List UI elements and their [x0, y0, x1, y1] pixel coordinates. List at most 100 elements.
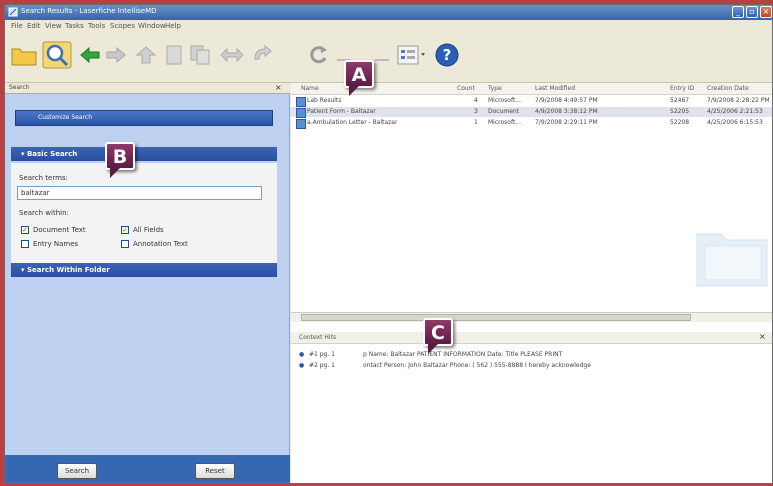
row-created: 4/25/2006 2:21:53: [707, 108, 763, 115]
forward-arrow-icon[interactable]: [105, 46, 127, 64]
search-within-folder-header[interactable]: ▾ Search Within Folder: [11, 263, 277, 277]
row-type: Microsoft...: [488, 97, 522, 104]
menu-window[interactable]: Window: [138, 22, 166, 30]
reset-button[interactable]: Reset: [195, 463, 235, 479]
row-created: 4/25/2006 6:15:53: [707, 119, 763, 126]
copy-icon[interactable]: [189, 44, 211, 66]
list-item[interactable]: ● #2 pg. 1 ontact Person: John Baltazar …: [291, 361, 772, 371]
entry-names-checkbox[interactable]: [21, 240, 29, 248]
list-item[interactable]: ● #1 pg. 1 p Name: Baltazar PATIENT INFO…: [291, 350, 772, 360]
menu-file[interactable]: File: [11, 22, 23, 30]
search-within-folder-title: Search Within Folder: [26, 266, 110, 274]
column-name[interactable]: Name: [301, 85, 319, 92]
row-name: Patient Form - Baltazar: [307, 108, 376, 115]
row-name: a.Ambulation Letter - Baltazar: [307, 119, 398, 126]
help-icon[interactable]: ?: [435, 43, 459, 67]
search-within-label: Search within:: [19, 209, 69, 217]
view-options-icon[interactable]: [397, 45, 427, 65]
svg-text:?: ?: [443, 46, 452, 64]
close-icon[interactable]: ×: [759, 332, 766, 341]
app-icon: [8, 7, 18, 17]
refresh-icon[interactable]: [307, 44, 329, 66]
search-terms-input[interactable]: baltazar: [17, 186, 262, 200]
table-row[interactable]: Lab Results 4 Microsoft... 7/9/2008 4:49…: [291, 96, 772, 107]
title-bar: Search Results - Laserfiche IntelliseMD …: [5, 5, 772, 20]
scrollbar-thumb[interactable]: [301, 314, 691, 321]
row-modified: 4/9/2008 3:38:12 PM: [535, 108, 598, 115]
search-pane-header: Search ×: [5, 83, 290, 94]
row-count: 1: [474, 119, 478, 126]
column-last-modified[interactable]: Last Modified: [535, 85, 575, 92]
all-fields-checkbox[interactable]: ✓: [121, 226, 129, 234]
close-icon[interactable]: ×: [275, 83, 282, 92]
row-entry-id: 52467: [670, 97, 690, 104]
table-row[interactable]: a.Ambulation Letter - Baltazar 1 Microso…: [291, 118, 772, 129]
document-icon[interactable]: [165, 44, 183, 66]
toolbar: ?: [5, 35, 772, 83]
document-icon: [296, 108, 306, 118]
menu-help[interactable]: Help: [165, 22, 181, 30]
hit-text: ontact Person: John Baltazar Phone: ( 56…: [363, 362, 591, 369]
row-type: Document: [488, 108, 520, 115]
callout-b: B: [105, 142, 135, 178]
customize-search-button[interactable]: Customize Search: [15, 110, 273, 126]
column-entry-id[interactable]: Entry ID: [670, 85, 694, 92]
menu-tools[interactable]: Tools: [88, 22, 105, 30]
search-pane: Search × Customize Search ▾ Basic Search…: [5, 83, 290, 483]
up-folder-icon[interactable]: [135, 45, 157, 65]
row-created: 7/9/2008 2:28:22 PM: [707, 97, 770, 104]
hit-text: p Name: Baltazar PATIENT INFORMATION Dat…: [363, 351, 563, 358]
hit-bullet-icon: ●: [299, 351, 305, 358]
row-name: Lab Results: [307, 97, 342, 104]
menu-view[interactable]: View: [45, 22, 62, 30]
hit-bullet-icon: ●: [299, 362, 305, 369]
menu-tasks[interactable]: Tasks: [65, 22, 84, 30]
results-pane: Name Count Type Last Modified Entry ID C…: [291, 83, 772, 483]
callout-a: A: [344, 60, 374, 96]
basic-search-header[interactable]: ▾ Basic Search: [11, 147, 277, 161]
document-text-label: Document Text: [33, 226, 86, 234]
row-entry-id: 52205: [670, 108, 690, 115]
horizontal-scrollbar[interactable]: [291, 312, 772, 322]
column-count[interactable]: Count: [457, 85, 475, 92]
context-hits-title: Context Hits: [299, 334, 337, 341]
document-icon: [296, 119, 306, 129]
document-text-checkbox[interactable]: ✓: [21, 226, 29, 234]
maximize-button[interactable]: ▫: [746, 6, 758, 18]
column-creation-date[interactable]: Creation Date: [707, 85, 749, 92]
callout-c: C: [423, 318, 453, 354]
window-title: Search Results - Laserfiche IntelliseMD: [21, 7, 157, 15]
search-icon[interactable]: [42, 41, 72, 69]
basic-search-title: Basic Search: [26, 150, 78, 158]
search-terms-label: Search terms:: [19, 174, 68, 182]
row-entry-id: 52208: [670, 119, 690, 126]
menu-bar: File Edit View Tasks Tools Scopes Window…: [5, 20, 772, 34]
folder-icon[interactable]: [11, 44, 37, 66]
row-modified: 7/9/2008 2:29:11 PM: [535, 119, 598, 126]
document-icon: [296, 97, 306, 107]
row-count: 3: [474, 108, 478, 115]
annotation-text-label: Annotation Text: [133, 240, 188, 248]
row-count: 4: [474, 97, 478, 104]
column-type[interactable]: Type: [488, 85, 502, 92]
row-modified: 7/9/2008 4:49:57 PM: [535, 97, 598, 104]
back-arrow-icon[interactable]: [79, 46, 101, 64]
context-hits-header: Context Hits ×: [291, 332, 772, 344]
minimize-button[interactable]: _: [732, 6, 744, 18]
hit-label: #2 pg. 1: [309, 362, 336, 369]
menu-edit[interactable]: Edit: [27, 22, 41, 30]
search-button-bar: Search Reset: [5, 455, 290, 483]
move-icon[interactable]: [219, 46, 245, 64]
all-fields-label: All Fields: [133, 226, 164, 234]
search-button[interactable]: Search: [57, 463, 97, 479]
redo-icon[interactable]: [251, 45, 273, 65]
separator: [375, 51, 389, 61]
annotation-text-checkbox[interactable]: [121, 240, 129, 248]
table-row[interactable]: Patient Form - Baltazar 3 Document 4/9/2…: [291, 107, 772, 118]
close-button[interactable]: ×: [760, 6, 772, 18]
hit-label: #1 pg. 1: [309, 351, 336, 358]
entry-names-label: Entry Names: [33, 240, 79, 248]
menu-scopes[interactable]: Scopes: [110, 22, 135, 30]
folder-watermark-icon: [696, 233, 768, 287]
search-pane-title: Search: [9, 84, 30, 91]
